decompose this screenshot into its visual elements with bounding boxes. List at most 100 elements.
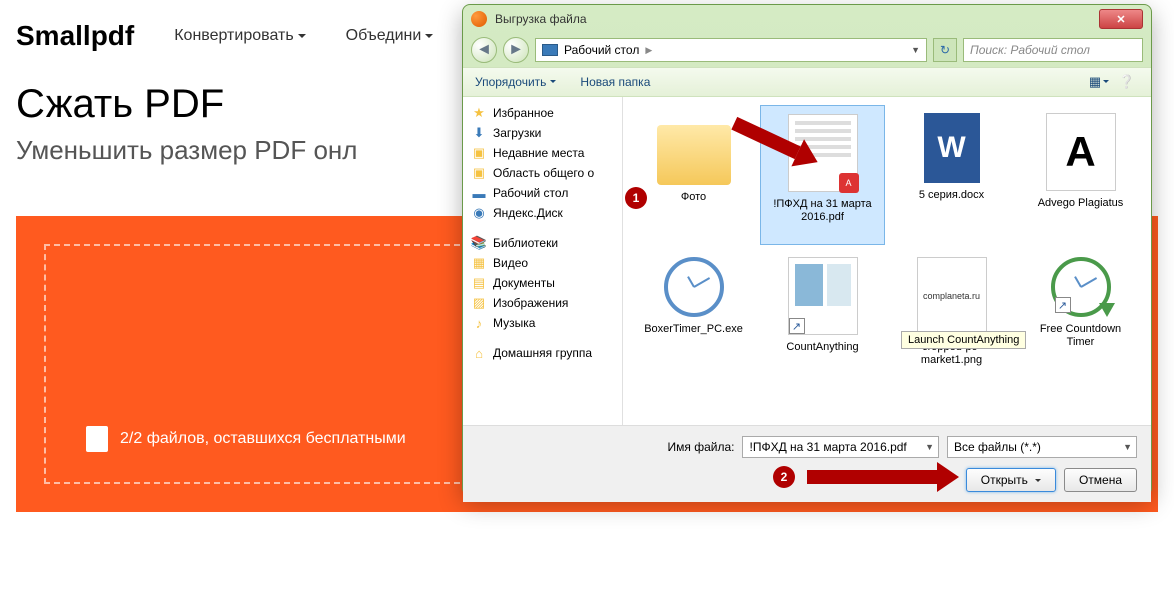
dropdown-icon[interactable]: ▼ <box>925 442 934 452</box>
dropdown-icon[interactable]: ▼ <box>1123 442 1132 452</box>
file-item-docx[interactable]: W 5 серия.docx <box>889 105 1014 245</box>
close-button[interactable]: ✕ <box>1099 9 1143 29</box>
download-icon: ⬇ <box>471 125 487 141</box>
shortcut-icon: ↗ <box>1055 297 1071 313</box>
files-remaining-text: 2/2 файлов, оставшихся бесплатными <box>120 430 406 448</box>
tree-homegroup[interactable]: ⌂ Домашняя группа <box>467 343 618 363</box>
view-options-button[interactable]: ▦ <box>1087 71 1111 93</box>
tree-shared[interactable]: ▣ Область общего о <box>467 163 618 183</box>
tree-label: Документы <box>493 276 555 290</box>
breadcrumb[interactable]: Рабочий стол ▶ ▼ <box>535 38 927 62</box>
app-thumb: ↗ <box>788 257 858 335</box>
file-name: Фото <box>681 191 706 204</box>
file-item-shortcut[interactable]: ↗ CountAnything <box>760 249 885 389</box>
app-icon: A <box>1046 113 1116 191</box>
cancel-button[interactable]: Отмена <box>1064 468 1137 492</box>
desktop-icon: ▬ <box>471 185 487 201</box>
tree-favorites[interactable]: ★ Избранное <box>467 103 618 123</box>
star-icon: ★ <box>471 105 487 121</box>
file-grid: Фото A !ПФХД на 31 марта 2016.pdf W 5 се… <box>623 97 1151 425</box>
dialog-bottom: Имя файла: !ПФХД на 31 марта 2016.pdf ▼ В… <box>463 425 1151 502</box>
music-icon: ♪ <box>471 315 487 331</box>
library-icon: 📚 <box>471 235 487 251</box>
refresh-button[interactable]: ↻ <box>933 38 957 62</box>
nav-merge[interactable]: Объедини <box>346 27 434 45</box>
file-item-app[interactable]: A Advego Plagiatus <box>1018 105 1143 245</box>
tree-images[interactable]: ▨ Изображения <box>467 293 618 313</box>
chevron-right-icon[interactable]: ▶ <box>645 45 652 56</box>
nav-convert-label: Конвертировать <box>174 27 293 45</box>
tree-label: Рабочий стол <box>493 186 568 200</box>
tree-video[interactable]: ▦Видео <box>467 253 618 273</box>
tree-recent[interactable]: ▣ Недавние места <box>467 143 618 163</box>
filetype-filter[interactable]: Все файлы (*.*) ▼ <box>947 436 1137 458</box>
breadcrumb-dropdown-icon[interactable]: ▼ <box>911 45 920 55</box>
file-dialog: Выгрузка файла ✕ ◄ ► Рабочий стол ▶ ▼ ↻ … <box>462 4 1152 496</box>
filter-value: Все файлы (*.*) <box>954 440 1041 454</box>
nav-convert[interactable]: Конвертировать <box>174 27 305 45</box>
annotation-marker-2: 2 <box>773 466 795 488</box>
forward-button[interactable]: ► <box>503 37 529 63</box>
file-item-timer[interactable]: ↗ Free Countdown Timer <box>1018 249 1143 389</box>
file-item-pdf[interactable]: A !ПФХД на 31 марта 2016.pdf <box>760 105 885 245</box>
tree-label: Избранное <box>493 106 554 120</box>
document-icon: ▤ <box>471 275 487 291</box>
tree-downloads[interactable]: ⬇ Загрузки <box>467 123 618 143</box>
disk-icon: ◉ <box>471 205 487 221</box>
logo[interactable]: Smallpdf <box>16 20 134 52</box>
dropdown-icon[interactable] <box>1035 479 1041 485</box>
folder-icon: ▣ <box>471 165 487 181</box>
search-input[interactable]: Поиск: Рабочий стол <box>963 38 1143 62</box>
folder-icon: ▣ <box>471 145 487 161</box>
file-name: Advego Plagiatus <box>1038 197 1124 210</box>
word-icon: W <box>924 113 980 183</box>
tree-documents[interactable]: ▤ Документы <box>467 273 618 293</box>
file-name: BoxerTimer_PC.exe <box>644 323 743 336</box>
toolbar: Упорядочить Новая папка ▦ ❔ <box>463 67 1151 97</box>
organize-menu[interactable]: Упорядочить <box>475 75 556 89</box>
help-button[interactable]: ❔ <box>1115 71 1139 93</box>
png-thumb: complaneta.ru <box>917 257 987 335</box>
file-item-exe[interactable]: BoxerTimer_PC.exe <box>631 249 756 389</box>
new-folder-button[interactable]: Новая папка <box>580 75 650 89</box>
pdf-badge-icon: A <box>839 173 859 193</box>
files-icon <box>86 426 108 452</box>
organize-label: Упорядочить <box>475 75 546 89</box>
timer-icon: ↗ <box>1051 257 1111 317</box>
file-name: CountAnything <box>786 341 858 354</box>
tree-label: Яндекс.Диск <box>493 206 563 220</box>
image-icon: ▨ <box>471 295 487 311</box>
nav-merge-label: Объедини <box>346 27 422 45</box>
open-button[interactable]: Открыть <box>966 468 1056 492</box>
titlebar[interactable]: Выгрузка файла ✕ <box>463 5 1151 33</box>
filename-label: Имя файла: <box>668 440 735 454</box>
tree-label: Область общего о <box>493 166 594 180</box>
clock-icon <box>664 257 724 317</box>
shortcut-icon: ↗ <box>789 318 805 334</box>
breadcrumb-text: Рабочий стол <box>564 43 639 57</box>
filename-input[interactable]: !ПФХД на 31 марта 2016.pdf ▼ <box>742 436 939 458</box>
nav-tree: ★ Избранное ⬇ Загрузки ▣ Недавние места ▣ Об… <box>463 97 623 425</box>
homegroup-icon: ⌂ <box>471 345 487 361</box>
back-button[interactable]: ◄ <box>471 37 497 63</box>
tooltip: Launch CountAnything <box>901 331 1026 349</box>
tree-label: Изображения <box>493 296 568 310</box>
file-name: 5 серия.docx <box>919 189 984 202</box>
tree-label: Домашняя группа <box>493 346 592 360</box>
tree-yandex-disk[interactable]: ◉ Яндекс.Диск <box>467 203 618 223</box>
firefox-icon <box>471 11 487 27</box>
tree-desktop[interactable]: ▬ Рабочий стол <box>467 183 618 203</box>
video-icon: ▦ <box>471 255 487 271</box>
tree-label: Музыка <box>493 316 535 330</box>
tree-label: Загрузки <box>493 126 541 140</box>
tree-libraries[interactable]: 📚Библиотеки <box>467 233 618 253</box>
thumb-text: complaneta.ru <box>923 291 980 302</box>
nav-row: ◄ ► Рабочий стол ▶ ▼ ↻ Поиск: Рабочий ст… <box>463 33 1151 67</box>
tree-label: Недавние места <box>493 146 584 160</box>
filename-value: !ПФХД на 31 марта 2016.pdf <box>749 440 906 454</box>
tree-music[interactable]: ♪ Музыка <box>467 313 618 333</box>
desktop-icon <box>542 44 558 56</box>
folder-icon <box>657 125 731 185</box>
file-name: !ПФХД на 31 марта 2016.pdf <box>768 198 878 224</box>
file-item-png[interactable]: complaneta.ru cropped-pc-market1.png <box>889 249 1014 389</box>
